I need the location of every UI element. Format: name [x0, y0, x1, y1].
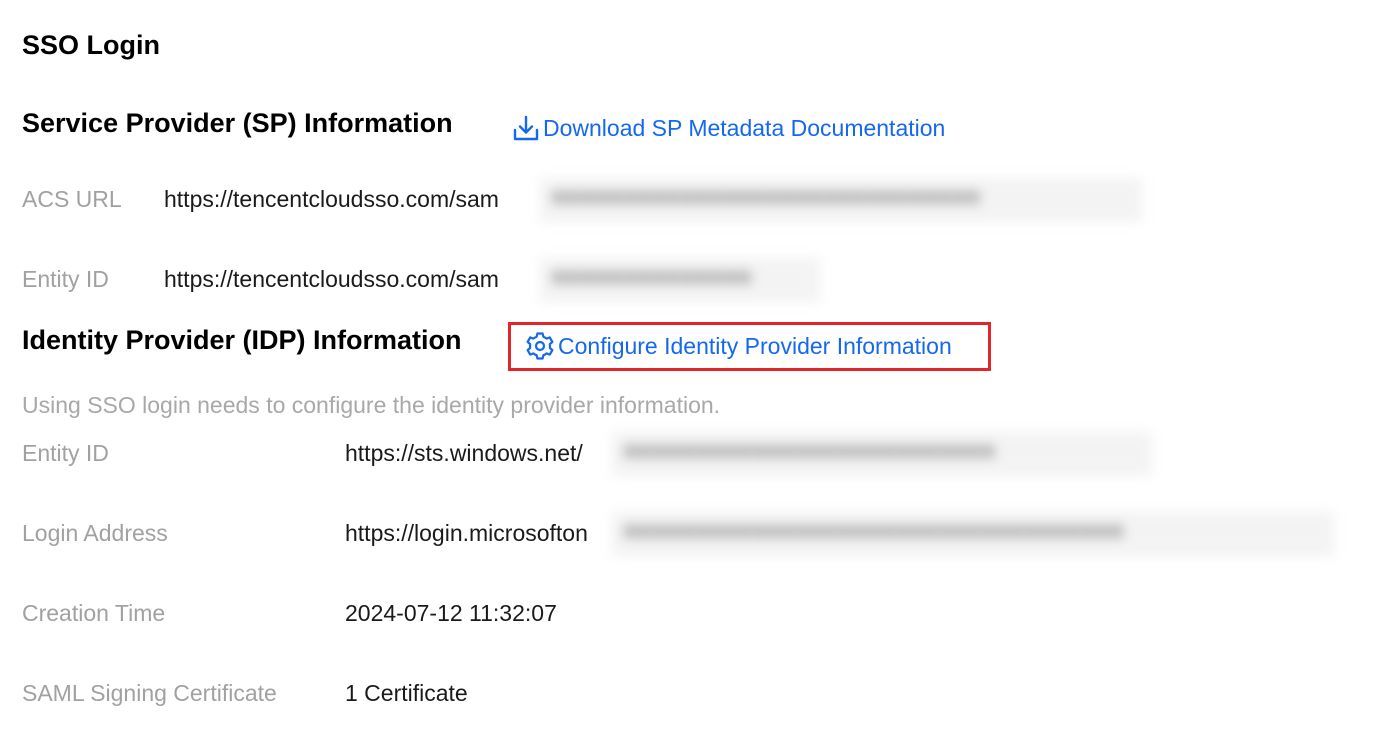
sp-entity-id-label: Entity ID	[22, 266, 109, 292]
idp-section-title: Identity Provider (IDP) Information	[22, 325, 462, 355]
idp-hint-text: Using SSO login needs to configure the i…	[22, 392, 721, 418]
saml-certificate-value: 1 Certificate	[345, 680, 468, 706]
sp-entity-id-value: https://tencentcloudsso.com/sam	[164, 266, 499, 292]
creation-time-value: 2024-07-12 11:32:07	[345, 600, 557, 626]
configure-idp-link[interactable]: Configure Identity Provider Information	[524, 330, 952, 362]
redacted-sp-entity-id: ■■■■■■■■■■■■■■	[540, 258, 820, 302]
configure-link-label: Configure Identity Provider Information	[558, 332, 952, 359]
saml-certificate-label: SAML Signing Certificate	[22, 680, 277, 706]
idp-entity-id-label: Entity ID	[22, 440, 109, 466]
redacted-login-address: ■■■■■■■■■■■■■■■■■■■■■■■■■■■■■■■■■■■	[612, 512, 1334, 556]
idp-entity-id-value: https://sts.windows.net/	[345, 440, 583, 466]
login-address-label: Login Address	[22, 520, 168, 546]
creation-time-label: Creation Time	[22, 600, 166, 626]
acs-url-value: https://tencentcloudsso.com/sam	[164, 186, 499, 212]
gear-icon	[526, 332, 554, 360]
redacted-acs-url: ■■■■■■■■■■■■■■■■■■■■■■■■■■■■■■	[540, 178, 1142, 222]
download-link-label: Download SP Metadata Documentation	[543, 114, 946, 141]
page-title: SSO Login	[22, 30, 160, 60]
redacted-idp-entity-id: ■■■■■■■■■■■■■■■■■■■■■■■■■■	[612, 432, 1152, 476]
acs-url-label: ACS URL	[22, 186, 122, 212]
sp-section-title: Service Provider (SP) Information	[22, 108, 453, 138]
login-address-value: https://login.microsofton	[345, 520, 588, 546]
download-sp-metadata-link[interactable]: Download SP Metadata Documentation	[511, 113, 945, 143]
download-icon	[513, 115, 539, 141]
